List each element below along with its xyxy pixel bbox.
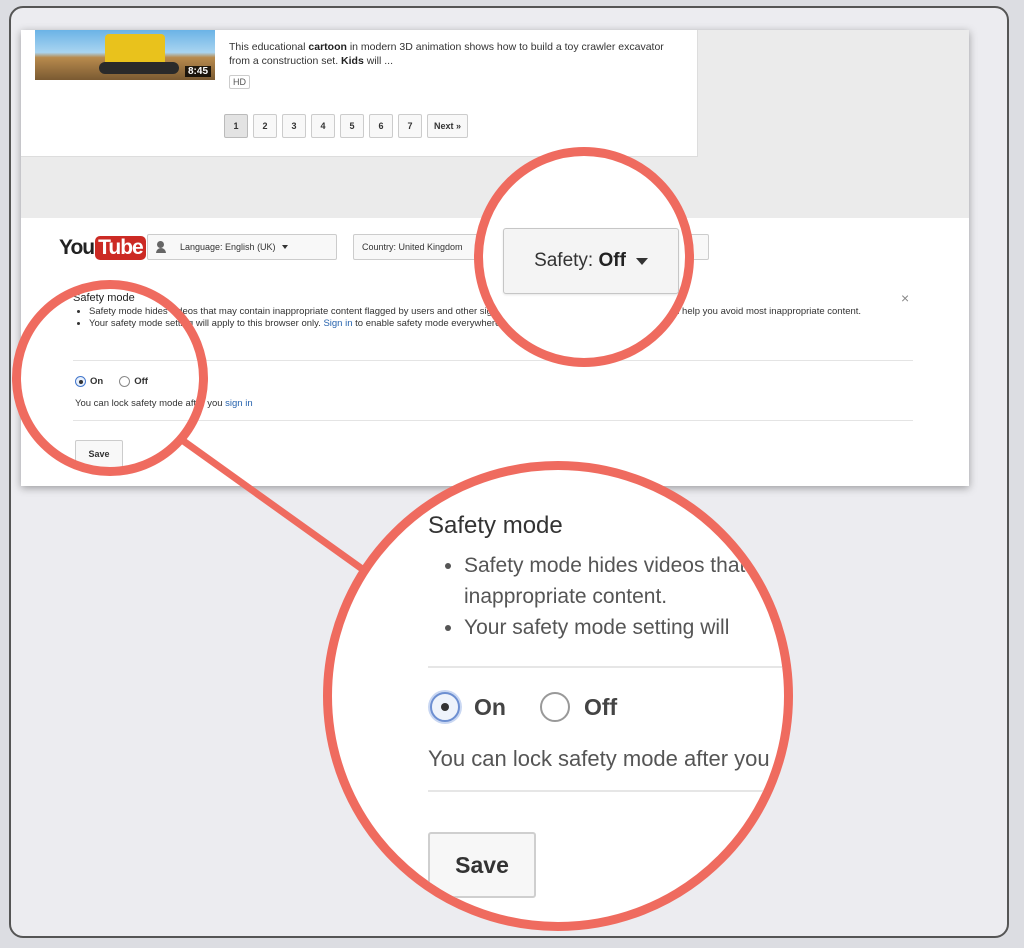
page-button[interactable]: 2: [253, 114, 277, 138]
chevron-down-icon: [281, 245, 288, 249]
zoom-safety-mode-title: Safety mode: [428, 512, 563, 539]
search-results: 8:45 This educational cartoon in modern …: [21, 30, 698, 157]
divider: [73, 420, 913, 421]
page-button[interactable]: 1: [224, 114, 248, 138]
zoom-circle-safety-panel: Safety mode Safety mode hides videos tha…: [323, 461, 793, 931]
zoom-bullet-1: Safety mode hides videos that may contai…: [464, 550, 784, 612]
sign-in-link[interactable]: sign in: [225, 398, 252, 409]
divider: [428, 666, 784, 668]
zoom-radio-group: On Off: [430, 692, 617, 722]
video-description: This educational cartoon in modern 3D an…: [229, 41, 664, 67]
divider: [428, 790, 784, 792]
zoom-circle-safety-button: Safety: Off: [474, 147, 694, 367]
zoom-save-button[interactable]: Save: [428, 832, 536, 898]
page-button[interactable]: 7: [398, 114, 422, 138]
highlight-circle-small: [12, 280, 208, 476]
radio-off[interactable]: [539, 692, 570, 722]
page-button[interactable]: 3: [282, 114, 306, 138]
page-button[interactable]: 4: [311, 114, 335, 138]
person-icon: [156, 241, 174, 253]
sign-in-link[interactable]: Sign in: [323, 318, 352, 329]
safety-dropdown-button[interactable]: Safety: Off: [503, 228, 679, 294]
excavator-track: [99, 62, 179, 74]
page-button[interactable]: 6: [369, 114, 393, 138]
page-button[interactable]: 5: [340, 114, 364, 138]
radio-on[interactable]: [430, 692, 460, 722]
video-duration: 8:45: [184, 66, 211, 77]
youtube-logo[interactable]: You Tube: [59, 236, 146, 260]
chevron-down-icon: [635, 257, 648, 265]
pagination: 1 2 3 4 5 6 7 Next »: [224, 114, 469, 138]
language-dropdown[interactable]: Language: English (UK): [147, 234, 337, 260]
zoom-safety-bullets: Safety mode hides videos that may contai…: [436, 550, 784, 643]
zoom-lock-text: You can lock safety mode after you: [428, 746, 770, 771]
hd-badge: HD: [229, 75, 250, 89]
video-thumbnail[interactable]: 8:45: [35, 30, 215, 80]
next-page-button[interactable]: Next »: [427, 114, 469, 138]
zoom-bullet-2: Your safety mode setting will: [464, 612, 784, 643]
